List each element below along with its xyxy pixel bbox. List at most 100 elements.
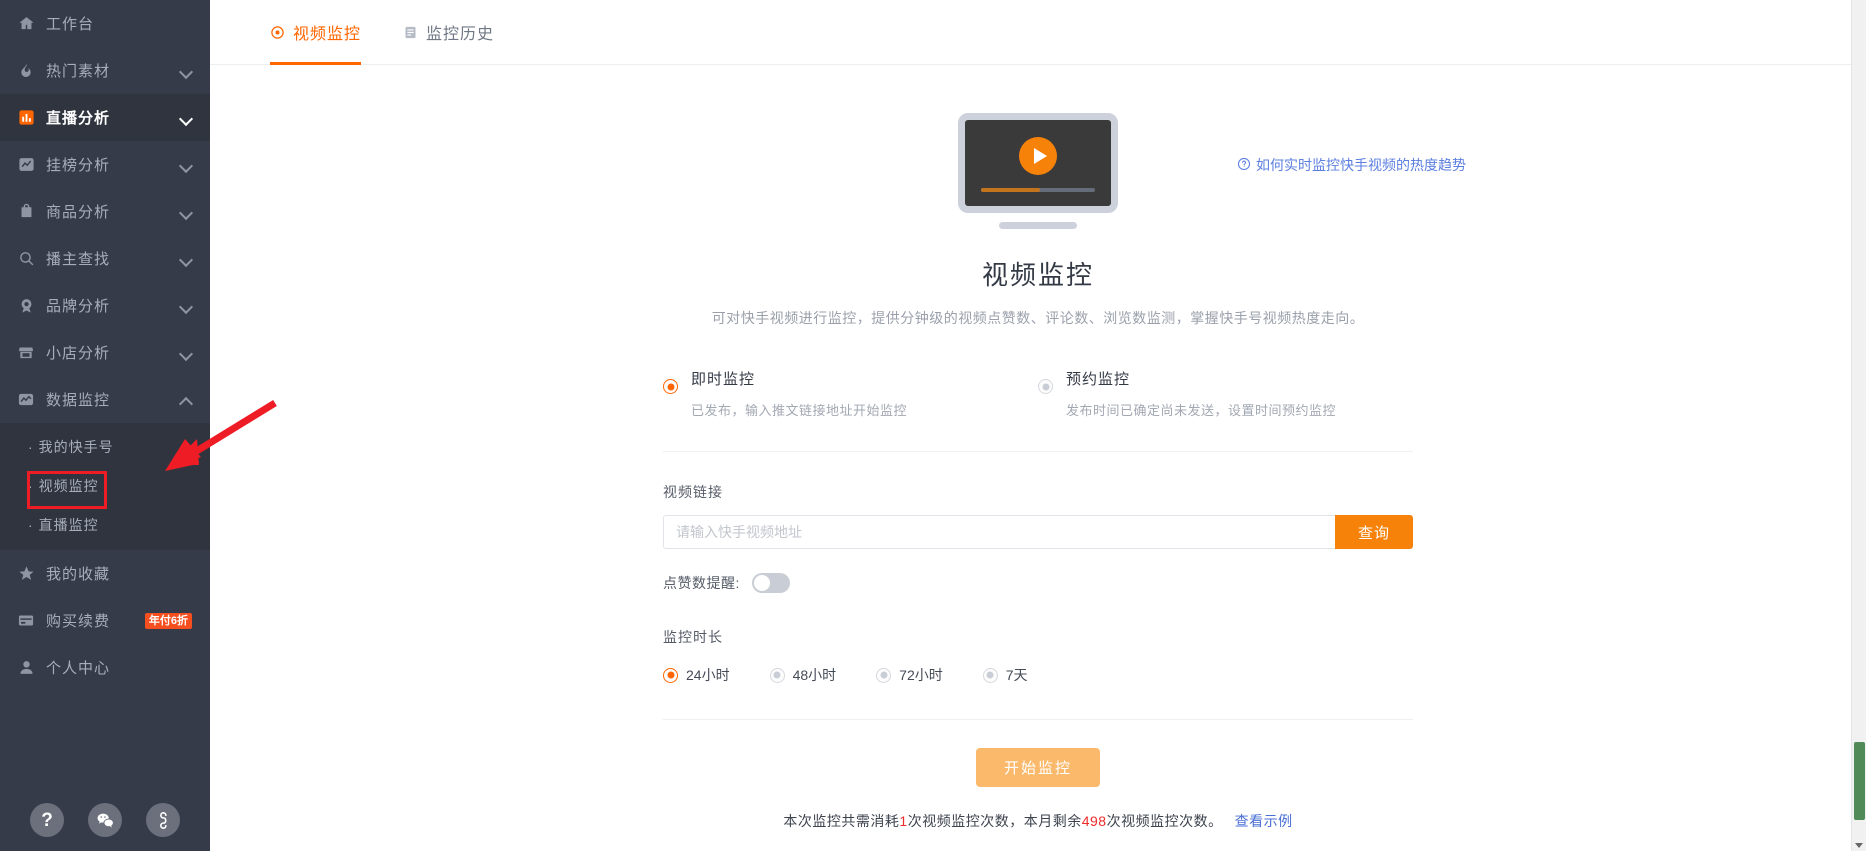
star-icon xyxy=(16,564,36,584)
mode-title: 预约监控 xyxy=(1066,371,1131,388)
radio-scheduled[interactable] xyxy=(1038,379,1053,394)
link-icon[interactable] xyxy=(146,803,180,837)
radio-7d[interactable] xyxy=(982,667,998,683)
quota-remaining: 498 xyxy=(1081,813,1107,829)
like-alert-toggle[interactable] xyxy=(751,573,790,593)
sidebar-subitem-label: 我的快手号 xyxy=(38,438,114,455)
radio-24h[interactable] xyxy=(663,667,678,683)
scrollbar-thumb[interactable] xyxy=(1854,742,1865,820)
sidebar-item-label: 数据监控 xyxy=(46,392,111,409)
illustration-progress-fill xyxy=(981,188,1041,192)
sidebar-item-label: 小店分析 xyxy=(46,345,111,362)
home-icon xyxy=(16,14,36,34)
search-icon xyxy=(16,249,36,269)
sidebar-item-brand-analysis[interactable]: 品牌分析 xyxy=(0,282,210,329)
quota-prefix: 本次监控共需消耗 xyxy=(783,813,900,829)
mode-option-instant[interactable]: 即时监控 已发布，输入推文链接地址开始监控 xyxy=(663,368,1038,419)
wechat-icon[interactable] xyxy=(88,803,122,837)
duration-option-7d[interactable]: 7天 xyxy=(982,665,1028,685)
sidebar-item-favorites[interactable]: 我的收藏 xyxy=(0,550,210,597)
center-column: 视频监控 可对快手视频进行监控，提供分钟级的视频点赞数、评论数、浏览数监测，掌握… xyxy=(663,65,1413,831)
like-alert-row: 点赞数提醒: xyxy=(663,573,1413,593)
illustration-screen xyxy=(958,113,1118,213)
sidebar-item-label: 我的收藏 xyxy=(46,566,111,583)
duration-option-72h[interactable]: 72小时 xyxy=(876,665,943,685)
chevron-down-icon xyxy=(180,300,192,312)
mode-desc: 发布时间已确定尚未发送，设置时间预约监控 xyxy=(1066,403,1337,418)
duration-option-label: 24小时 xyxy=(686,667,730,683)
sidebar-item-my-kuaishou[interactable]: · 我的快手号 xyxy=(0,427,210,466)
tab-monitor-history[interactable]: 监控历史 xyxy=(403,0,494,65)
tab-label: 监控历史 xyxy=(426,26,495,43)
sidebar-item-product-analysis[interactable]: 商品分析 xyxy=(0,188,210,235)
help-link-label: 如何实时监控快手视频的热度趋势 xyxy=(1256,157,1466,173)
quota-cost: 1 xyxy=(899,813,908,829)
page-title: 视频监控 xyxy=(981,260,1094,290)
bar-chart-icon xyxy=(16,108,36,128)
mode-title: 即时监控 xyxy=(691,371,756,388)
chevron-down-icon xyxy=(180,159,192,171)
sidebar-item-label: 个人中心 xyxy=(46,660,111,677)
video-link-row: 查询 xyxy=(663,515,1413,549)
sidebar-item-label: 购买续费 xyxy=(46,613,111,630)
content-area: 如何实时监控快手视频的热度趋势 视频监控 可对快手视频进行监控，提供分钟级的视频… xyxy=(210,65,1866,851)
duration-option-label: 7天 xyxy=(1005,667,1028,683)
sidebar-item-video-monitor[interactable]: · 视频监控 xyxy=(0,466,210,505)
monitor-icon xyxy=(16,390,36,410)
floating-help-bar: ? xyxy=(0,789,210,851)
sidebar-item-user-center[interactable]: 个人中心 xyxy=(0,644,210,691)
page-subtitle: 可对快手视频进行监控，提供分钟级的视频点赞数、评论数、浏览数监测，掌握快手号视频… xyxy=(711,310,1365,326)
page-scrollbar[interactable] xyxy=(1851,0,1866,851)
quota-suffix: 次视频监控次数。 xyxy=(1106,813,1223,829)
tab-video-monitor[interactable]: 视频监控 xyxy=(270,0,362,65)
like-alert-label: 点赞数提醒: xyxy=(663,575,740,591)
sidebar-item-label: 热门素材 xyxy=(46,63,111,80)
video-link-label: 视频链接 xyxy=(663,484,723,500)
view-example-link[interactable]: 查看示例 xyxy=(1235,813,1293,829)
duration-option-48h[interactable]: 48小时 xyxy=(769,665,836,685)
sidebar-item-ranking-analysis[interactable]: 挂榜分析 xyxy=(0,141,210,188)
radio-48h[interactable] xyxy=(769,667,785,683)
tab-label: 视频监控 xyxy=(293,26,362,43)
duration-label: 监控时长 xyxy=(663,629,723,645)
main-panel: 视频监控 监控历史 如何实时监控快手视频的热度趋势 视频监控 可对快手视频进行监… xyxy=(210,0,1866,851)
illustration-progress-track xyxy=(981,188,1095,192)
fire-icon xyxy=(16,61,36,81)
play-button-icon xyxy=(1019,137,1057,176)
tabbar: 视频监控 监控历史 xyxy=(210,0,1866,65)
scrollbar-down-arrow[interactable] xyxy=(1855,843,1863,848)
sidebar-subitem-label: 直播监控 xyxy=(38,516,99,533)
help-glyph: ? xyxy=(41,809,53,831)
medal-icon xyxy=(16,296,36,316)
mode-option-scheduled[interactable]: 预约监控 发布时间已确定尚未发送，设置时间预约监控 xyxy=(1038,368,1413,419)
sidebar-item-label: 挂榜分析 xyxy=(46,157,111,174)
sidebar-item-purchase-renew[interactable]: 购买续费 年付6折 xyxy=(0,597,210,644)
sidebar-submenu-data-monitor: · 我的快手号 · 视频监控 · 直播监控 xyxy=(0,423,210,550)
sidebar-item-workbench[interactable]: 工作台 xyxy=(0,0,210,47)
sidebar-item-hot-material[interactable]: 热门素材 xyxy=(0,47,210,94)
duration-option-24h[interactable]: 24小时 xyxy=(663,665,730,685)
eye-target-icon xyxy=(270,25,285,40)
video-link-input[interactable] xyxy=(663,515,1335,549)
list-doc-icon xyxy=(403,25,418,40)
sidebar-item-shop-analysis[interactable]: 小店分析 xyxy=(0,329,210,376)
chevron-down-icon xyxy=(180,206,192,218)
chevron-down-icon xyxy=(180,112,192,124)
help-icon[interactable]: ? xyxy=(30,803,64,837)
query-button[interactable]: 查询 xyxy=(1335,515,1413,549)
submit-row: 开始监控 xyxy=(663,748,1413,787)
bullet-icon: · xyxy=(28,438,34,455)
sidebar-item-data-monitor[interactable]: 数据监控 xyxy=(0,376,210,423)
bullet-icon: · xyxy=(28,477,34,494)
monitor-mode-group: 即时监控 已发布，输入推文链接地址开始监控 预约监控 发布时间已确定尚未发送，设… xyxy=(663,368,1413,452)
sidebar-item-live-analysis[interactable]: 直播分析 xyxy=(0,94,210,141)
duration-option-label: 72小时 xyxy=(899,667,943,683)
radio-instant[interactable] xyxy=(663,379,678,394)
duration-group: 24小时 48小时 72小时 7天 xyxy=(663,665,1413,720)
help-link[interactable]: 如何实时监控快手视频的热度趋势 xyxy=(1237,155,1466,175)
radio-72h[interactable] xyxy=(876,667,892,683)
sidebar-item-live-monitor[interactable]: · 直播监控 xyxy=(0,505,210,544)
shop-icon xyxy=(16,343,36,363)
sidebar-item-anchor-search[interactable]: 播主查找 xyxy=(0,235,210,282)
start-monitor-button[interactable]: 开始监控 xyxy=(975,748,1100,787)
